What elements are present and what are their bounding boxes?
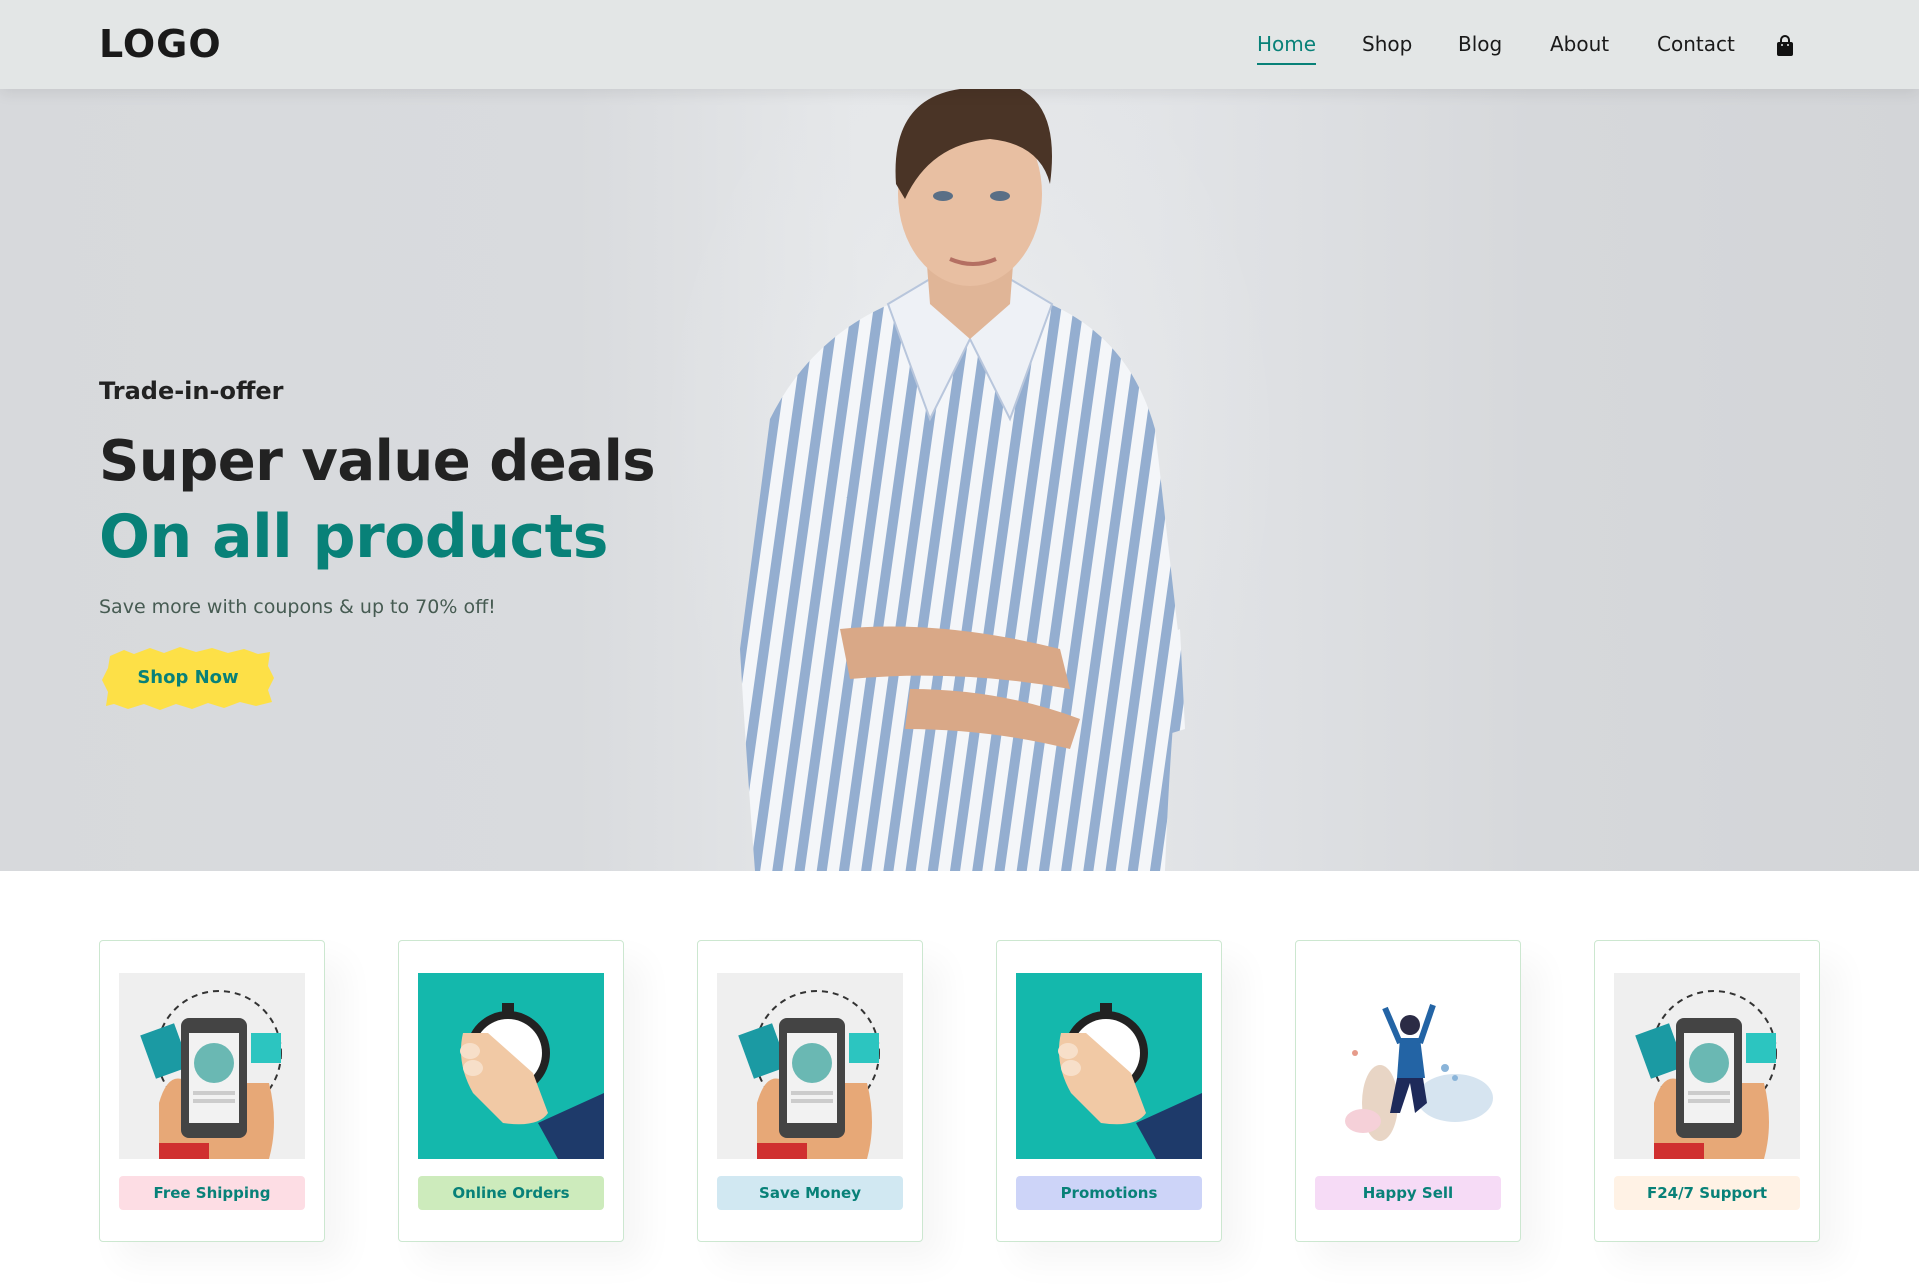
phone-shopping-illustration [119, 973, 305, 1159]
feature-label: Online Orders [418, 1176, 604, 1210]
stopwatch-illustration [418, 973, 604, 1159]
shop-now-button[interactable]: Shop Now [100, 644, 276, 712]
hero-banner: Trade-in-offer Super value deals On all … [0, 89, 1919, 871]
feature-label: F24/7 Support [1614, 1176, 1800, 1210]
feature-label: Happy Sell [1315, 1176, 1501, 1210]
nav-about[interactable]: About [1550, 32, 1609, 56]
feature-card-free-shipping[interactable]: Free Shipping [99, 940, 325, 1242]
feature-label: Promotions [1016, 1176, 1202, 1210]
feature-card-save-money[interactable]: Save Money [697, 940, 923, 1242]
nav-blog[interactable]: Blog [1458, 32, 1502, 56]
nav-active-underline [1257, 63, 1317, 65]
hero-description: Save more with coupons & up to 70% off! [99, 596, 496, 618]
nav-shop[interactable]: Shop [1362, 32, 1412, 56]
phone-shopping-illustration [1614, 973, 1800, 1159]
feature-card-promotions[interactable]: Promotions [996, 940, 1222, 1242]
stopwatch-illustration [1016, 973, 1202, 1159]
nav-home[interactable]: Home [1257, 32, 1317, 65]
nav-home-label: Home [1257, 32, 1317, 56]
hero-title: Super value deals [99, 429, 656, 494]
shopping-bag-icon[interactable] [1775, 35, 1795, 57]
nav-contact[interactable]: Contact [1657, 32, 1735, 56]
happy-woman-illustration [1315, 973, 1501, 1159]
feature-label: Save Money [717, 1176, 903, 1210]
feature-card-online-orders[interactable]: Online Orders [398, 940, 624, 1242]
hero-title-accent: On all products [99, 502, 609, 572]
site-header: LOGO Home Shop Blog About Contact [0, 0, 1919, 89]
phone-shopping-illustration [717, 973, 903, 1159]
hero-model-image [670, 89, 1270, 871]
feature-card-happy-sell[interactable]: Happy Sell [1295, 940, 1521, 1242]
hero-subtitle: Trade-in-offer [99, 377, 284, 405]
logo[interactable]: LOGO [99, 22, 222, 66]
shop-now-label: Shop Now [137, 667, 239, 688]
feature-card-support[interactable]: F24/7 Support [1594, 940, 1820, 1242]
feature-label: Free Shipping [119, 1176, 305, 1210]
